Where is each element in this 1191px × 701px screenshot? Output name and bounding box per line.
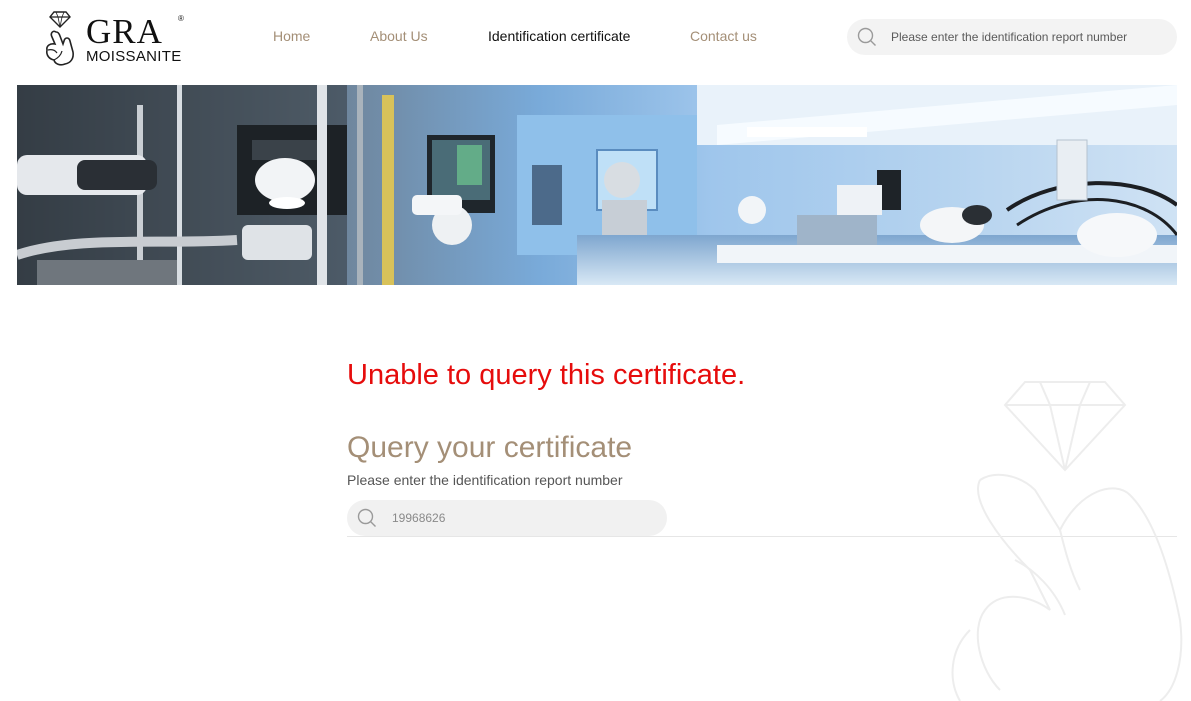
query-title: Query your certificate	[347, 431, 633, 464]
nav-home[interactable]: Home	[273, 28, 310, 44]
nav-about-us[interactable]: About Us	[370, 28, 428, 44]
brand-subtitle: MOISSANITE	[86, 48, 182, 65]
laboratory-banner-image	[17, 85, 1177, 285]
error-message: Unable to query this certificate.	[347, 359, 746, 391]
certificate-number-input[interactable]	[392, 509, 652, 527]
nav-identification-certificate[interactable]: Identification certificate	[488, 28, 630, 44]
site-header: GRA ® MOISSANITE Home About Us Identific…	[0, 0, 1191, 85]
nav-contact-us[interactable]: Contact us	[690, 28, 757, 44]
diamond-hand-watermark-icon	[951, 381, 1183, 701]
diamond-hand-logo-icon	[46, 11, 74, 66]
brand-logo[interactable]: GRA ® MOISSANITE	[40, 8, 190, 68]
brand-name: GRA	[86, 12, 163, 51]
search-icon[interactable]	[857, 27, 877, 47]
query-hint: Please enter the identification report n…	[347, 472, 623, 488]
header-search	[847, 19, 1177, 55]
header-search-input[interactable]	[891, 27, 1161, 47]
search-icon[interactable]	[357, 508, 377, 528]
certificate-search	[347, 500, 667, 536]
registered-mark: ®	[178, 14, 184, 23]
